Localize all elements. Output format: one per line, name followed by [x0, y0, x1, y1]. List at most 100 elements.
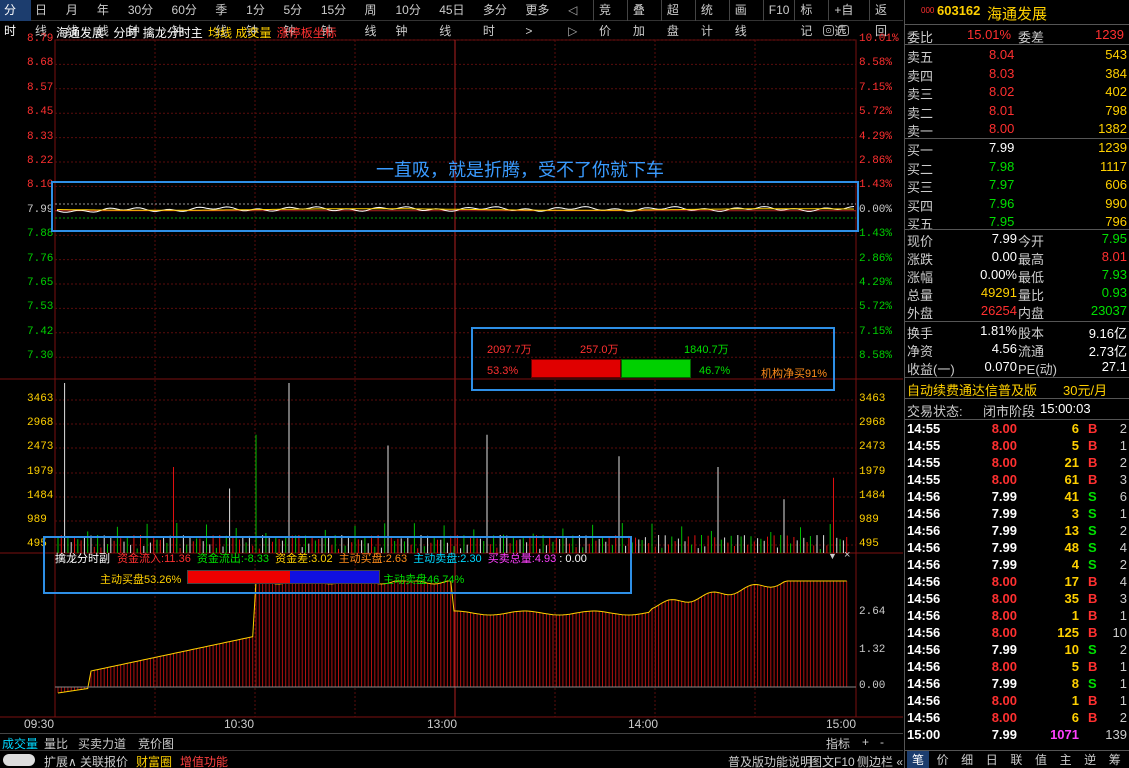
- stat-value-2: 23037: [1090, 303, 1127, 318]
- panel-tab-3[interactable]: 日: [981, 751, 1003, 768]
- tab-scroll-arrows[interactable]: ◁ ▷: [564, 0, 593, 38]
- active-buy-value: 2.63: [385, 553, 408, 565]
- tab-5[interactable]: 60分钟: [168, 0, 212, 38]
- top-right-button-6[interactable]: 标记: [794, 0, 828, 38]
- top-right-button-3[interactable]: 统计: [694, 0, 729, 38]
- tick-time: 14:56: [907, 557, 941, 572]
- sub-close-icon[interactable]: ×: [844, 549, 850, 561]
- top-right-button-2[interactable]: 超盘: [660, 0, 695, 38]
- tick-time: 14:56: [907, 693, 941, 708]
- panel-tab-6[interactable]: 主: [1055, 751, 1077, 768]
- function-tab-0[interactable]: 扩展∧: [44, 753, 77, 768]
- panel-tab-4[interactable]: 联: [1005, 751, 1027, 768]
- bid-level-label: 买四: [907, 198, 934, 214]
- percent-axis-label: 4.29%: [859, 130, 893, 143]
- toggle-switch[interactable]: [3, 754, 35, 766]
- tick-count: 1: [1119, 676, 1127, 691]
- ask-price: 8.03: [989, 65, 1015, 81]
- tab-4[interactable]: 30分钟: [124, 0, 168, 38]
- stat-value: 26254: [980, 303, 1017, 318]
- tick-time: 14:56: [907, 540, 941, 555]
- panel-tab-7[interactable]: 逆: [1079, 751, 1101, 768]
- function-tab-3[interactable]: 增值功能: [180, 753, 228, 768]
- tab-2[interactable]: 月线: [62, 0, 93, 38]
- chart-mode: 分时: [113, 26, 138, 40]
- tick-price: 7.99: [991, 676, 1017, 691]
- function-right-1[interactable]: 图文F10: [810, 753, 855, 768]
- fund-diff-label: 资金差:: [275, 553, 312, 565]
- volume-label: 成交量: [235, 26, 272, 40]
- tick-count: 1: [1119, 693, 1127, 708]
- tick-time: 14:55: [907, 438, 941, 453]
- panel-tab-5[interactable]: 值: [1030, 751, 1052, 768]
- tick-price: 7.99: [991, 489, 1017, 504]
- volume-axis-label-right: 495: [859, 538, 879, 550]
- promo-price[interactable]: 30元/月: [1063, 380, 1107, 399]
- volume-axis-label-left: 989: [27, 514, 47, 526]
- panel-tab-0[interactable]: 笔: [907, 751, 929, 768]
- panel-tab-1[interactable]: 价: [932, 751, 954, 768]
- tick-time: 14:56: [907, 659, 941, 674]
- sub-indicator-title: 擒龙分时副: [55, 553, 110, 565]
- function-right-2[interactable]: 侧边栏 «: [857, 753, 903, 768]
- top-right-button-1[interactable]: 叠加: [626, 0, 661, 38]
- bid-level-label: 买二: [907, 161, 934, 177]
- tab-10[interactable]: 周线: [361, 0, 392, 38]
- fund-out-label: 资金流出:: [196, 553, 244, 565]
- stat-label: 涨跌: [907, 252, 934, 267]
- tab-8[interactable]: 5分钟: [280, 0, 317, 38]
- settings-icon[interactable]: ⊙: [823, 25, 834, 36]
- fundamental-label: 净资: [907, 344, 934, 359]
- tick-time: 14:56: [907, 642, 941, 657]
- function-tab-1[interactable]: 关联报价: [80, 753, 128, 768]
- chart-indicator-name[interactable]: 擒龙分时主: [143, 26, 203, 40]
- percent-axis-label: 8.58%: [859, 57, 893, 70]
- tick-price: 7.99: [991, 557, 1017, 572]
- tick-volume: 21: [1064, 455, 1079, 470]
- expand-icon[interactable]: ▫: [838, 25, 849, 36]
- ask-volume: 402: [1105, 84, 1127, 99]
- panel-tab-8[interactable]: 筹: [1104, 751, 1126, 768]
- bid-price: 7.97: [989, 177, 1015, 192]
- top-right-button-8[interactable]: 返回: [869, 0, 903, 38]
- indicator-control-1[interactable]: +: [862, 735, 869, 749]
- top-right-button-7[interactable]: +自选: [828, 0, 869, 38]
- tick-volume: 48: [1064, 540, 1079, 555]
- tick-time: 14:56: [907, 625, 941, 640]
- indicator-control-2[interactable]: -: [880, 735, 884, 749]
- tick-price: 7.99: [991, 727, 1017, 742]
- tick-side: B: [1088, 608, 1098, 623]
- stat-label: 外盘: [907, 306, 934, 321]
- tick-price: 8.00: [991, 659, 1017, 674]
- function-right-0[interactable]: 普及版功能说明: [728, 753, 812, 768]
- stock-name: 海通发展: [987, 6, 1048, 23]
- function-tab-2[interactable]: 财富圈: [136, 753, 172, 768]
- stat-label-2: 今开: [1018, 234, 1045, 249]
- tick-time: 14:56: [907, 710, 941, 725]
- top-right-button-4[interactable]: 画线: [728, 0, 763, 38]
- fundamental-value-2: 2.73亿: [1088, 344, 1127, 359]
- top-right-button-0[interactable]: 竞价: [592, 0, 627, 38]
- time-axis-label: 15:00: [826, 717, 857, 731]
- tab-0[interactable]: 分时: [0, 0, 31, 38]
- tab-11[interactable]: 10分钟: [391, 0, 435, 38]
- buy-sell-ratio-bar: [187, 570, 380, 584]
- volume-axis-label-right: 3463: [859, 393, 886, 405]
- tab-13[interactable]: 多分时: [479, 0, 521, 38]
- tab-9[interactable]: 15分钟: [317, 0, 361, 38]
- tab-7[interactable]: 1分钟: [242, 0, 279, 38]
- tick-side: B: [1088, 710, 1098, 725]
- volume-axis-label-right: 1979: [859, 466, 886, 478]
- tick-time: 14:55: [907, 421, 941, 436]
- tab-1[interactable]: 日线: [31, 0, 62, 38]
- bid-price: 7.95: [989, 214, 1015, 229]
- tab-6[interactable]: 季线: [211, 0, 242, 38]
- panel-tab-2[interactable]: 细: [956, 751, 978, 768]
- tab-3[interactable]: 年线: [93, 0, 124, 38]
- top-right-button-5[interactable]: F10: [762, 0, 795, 21]
- tick-volume: 3: [1071, 506, 1079, 521]
- tab-14[interactable]: 更多 >: [521, 0, 562, 38]
- tab-12[interactable]: 45日线: [435, 0, 479, 38]
- fund-flow-pct-right: 46.7%: [699, 365, 731, 377]
- sub-dropdown-icon[interactable]: ▼: [828, 551, 837, 561]
